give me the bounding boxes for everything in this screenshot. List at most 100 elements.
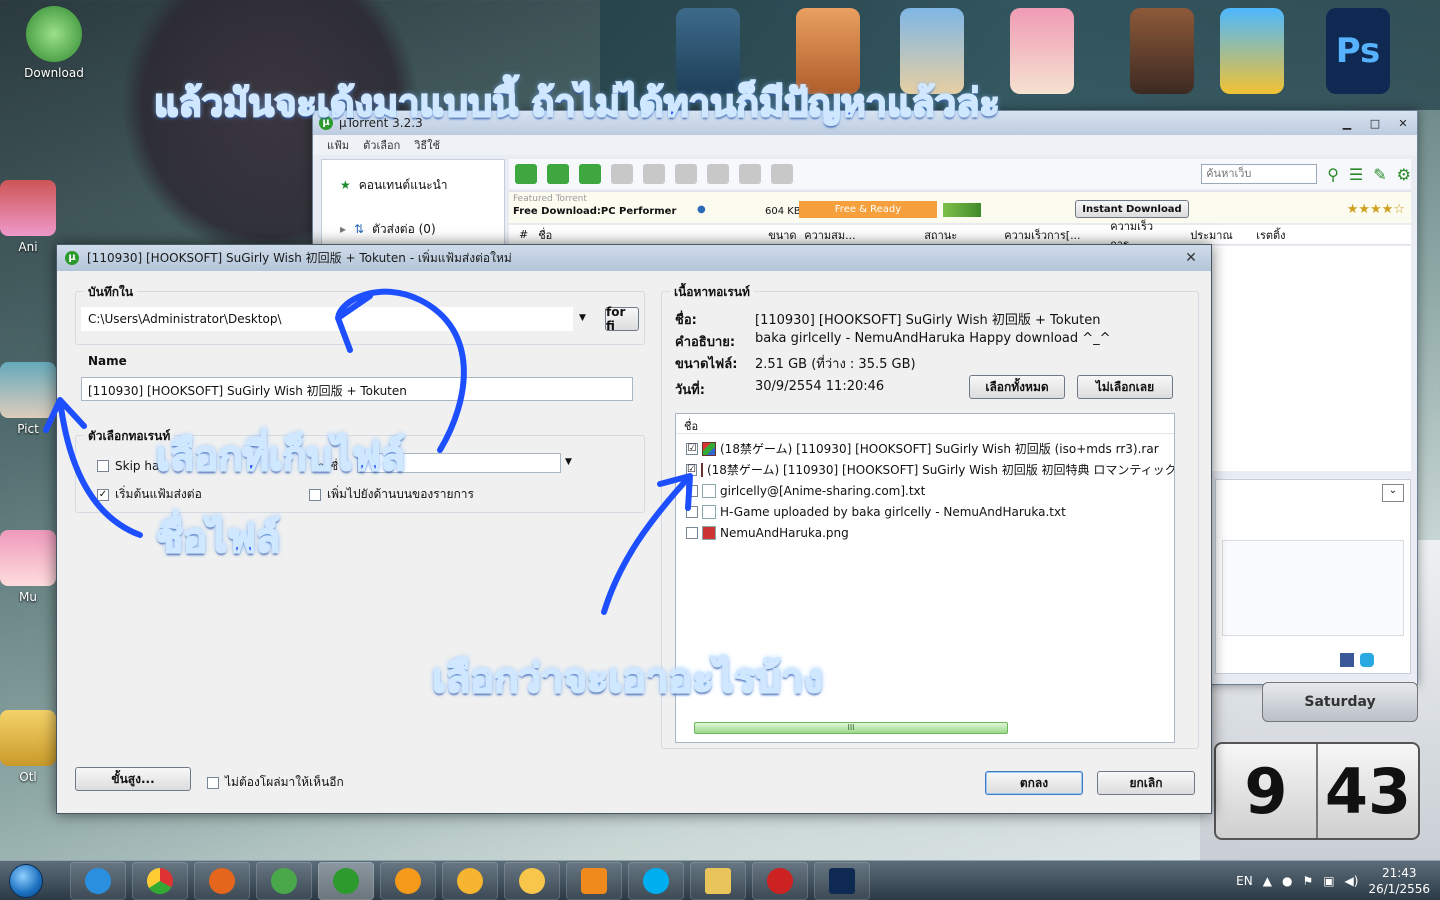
photoshop-icon[interactable]: Ps (1326, 8, 1390, 94)
desktop-icon-mu[interactable]: Mu (0, 530, 56, 604)
annotation-choose-items: เลือกว่าจะเอาอะไรบ้าง (431, 655, 824, 703)
list-view-icon[interactable]: ☰ (1349, 165, 1363, 184)
add-url-icon[interactable] (547, 164, 569, 184)
horizontal-scrollbar[interactable]: III (694, 722, 1008, 734)
sidebar-item-featured[interactable]: ★ คอนเทนต์แนะนำ (322, 172, 504, 198)
taskbar-utorrent[interactable] (318, 861, 374, 900)
remote-icon[interactable]: ✎ (1373, 165, 1386, 184)
file-row[interactable]: NemuAndHaruka.png (676, 522, 1174, 543)
chevron-down-icon[interactable]: ▼ (579, 313, 586, 323)
cancel-button[interactable]: ยกเลิก (1097, 771, 1195, 795)
checkbox-icon[interactable] (686, 484, 698, 497)
file-row[interactable]: ☑ (18禁ゲーム) [110930] [HOOKSOFT] SuGirly W… (676, 438, 1174, 459)
taskbar-app7[interactable] (442, 861, 498, 900)
menu-options[interactable]: ตัวเลือก (363, 136, 400, 154)
select-all-button[interactable]: เลือกทั้งหมด (969, 375, 1065, 399)
name-input[interactable]: [110930] [HOOKSOFT] SuGirly Wish 初回版 + T… (81, 377, 633, 401)
minimize-icon[interactable]: ▁ (1333, 114, 1361, 132)
dont-show-again-checkbox[interactable]: ไม่ต้องโผล่มาให้เห็นอีก (207, 773, 344, 792)
chevron-down-icon[interactable]: ▼ (565, 457, 572, 467)
desktop-icon-ani[interactable]: Ani (0, 180, 56, 254)
language-indicator[interactable]: EN (1236, 874, 1253, 888)
stop-icon[interactable] (707, 164, 729, 184)
create-torrent-icon[interactable] (579, 164, 601, 184)
checkbox-icon[interactable] (686, 505, 698, 518)
instant-download-button[interactable]: Instant Download (1075, 200, 1189, 218)
taskbar: EN ▲ ● ⚑ ▣ ◀) 21:43 26/1/2556 (0, 860, 1440, 900)
media-icon (395, 867, 421, 894)
taskbar-app6[interactable] (380, 861, 436, 900)
ie-icon[interactable] (1220, 8, 1284, 94)
file-tree-header[interactable]: ชื่อ (676, 414, 1174, 434)
drop-icon[interactable]: ● (1282, 874, 1292, 888)
advanced-button[interactable]: ขั้นสูง... (75, 767, 191, 791)
checkbox-icon (97, 460, 109, 472)
close-icon[interactable]: ✕ (1389, 114, 1417, 132)
rating-stars: ★★★★☆ (1346, 202, 1405, 217)
sidebar-item-torrents[interactable]: ▸ ⇅ ตัวส่งต่อ (0) (322, 216, 504, 242)
close-icon[interactable]: ✕ (1171, 248, 1211, 268)
taskbar-app8[interactable] (504, 861, 560, 900)
taskbar-chrome[interactable] (132, 861, 188, 900)
taskbar-skype[interactable] (628, 861, 684, 900)
taskbar-app4[interactable] (256, 861, 312, 900)
web-search-input[interactable] (1201, 164, 1318, 184)
taskbar-firefox[interactable] (194, 861, 250, 900)
file-row[interactable]: girlcelly@[Anime-sharing.com].txt (676, 480, 1174, 501)
file-row[interactable]: H-Game uploaded by baka girlcelly - Nemu… (676, 501, 1174, 522)
info-date: วันที่: 30/9/2554 11:20:46 (675, 379, 885, 398)
taskbar-app12[interactable] (752, 861, 808, 900)
maximize-icon[interactable]: □ (1361, 114, 1389, 132)
flag-icon[interactable]: ⚑ (1302, 874, 1313, 888)
browse-button[interactable]: for fi (605, 305, 639, 333)
detail-pane: ⌄ (1215, 479, 1411, 674)
folder-icon (705, 867, 731, 894)
chrome-icon (147, 867, 173, 894)
start-icon[interactable] (643, 164, 665, 184)
ad-title[interactable]: Free Download:PC Performer (513, 206, 676, 217)
menu-file[interactable]: แฟ้ม (327, 136, 349, 154)
clock-hour: 9 (1216, 744, 1318, 838)
desktop-icon-pict[interactable]: Pict (0, 362, 56, 436)
rar-file-icon (700, 462, 703, 477)
ok-button[interactable]: ตกลง (985, 771, 1083, 795)
desktop-icon-otl[interactable]: Otl (0, 710, 56, 784)
star-icon (457, 867, 483, 894)
start-button[interactable] (0, 861, 52, 900)
network-icon[interactable]: ▣ (1323, 874, 1334, 888)
checkbox-checked-icon[interactable]: ☑ (686, 463, 697, 476)
checkbox-icon[interactable] (686, 526, 698, 539)
info-icon: ● (697, 204, 706, 215)
twitter-icon[interactable] (1360, 653, 1374, 667)
menu-help[interactable]: วิธีใช้ (414, 136, 440, 154)
taskbar-clock[interactable]: 21:43 26/1/2556 (1368, 865, 1430, 897)
taskbar-ie[interactable] (70, 861, 126, 900)
move-up-icon[interactable] (739, 164, 761, 184)
wallpaper-icon-5[interactable] (1130, 8, 1194, 94)
chevron-up-icon[interactable]: ▲ (1263, 874, 1272, 888)
move-down-icon[interactable] (771, 164, 793, 184)
taskbar-vlc[interactable] (566, 861, 622, 900)
pause-icon[interactable] (675, 164, 697, 184)
search-icon[interactable]: ⚲ (1327, 165, 1339, 184)
wallpaper-icon-4[interactable] (1010, 8, 1074, 94)
save-path-input[interactable]: C:\Users\Administrator\Desktop\ (81, 307, 573, 331)
checkbox-checked-icon[interactable]: ☑ (686, 442, 698, 455)
desktop-icon-download[interactable]: Download (18, 6, 90, 80)
download-icon (26, 6, 82, 62)
collapse-icon[interactable]: ⌄ (1382, 484, 1404, 502)
add-torrent-icon[interactable] (515, 164, 537, 184)
file-row[interactable]: ☑ (18禁ゲーム) [110930] [HOOKSOFT] SuGirly W… (676, 459, 1174, 480)
dialog-titlebar[interactable]: µ [110930] [HOOKSOFT] SuGirly Wish 初回版 +… (57, 245, 1211, 271)
remove-icon[interactable] (611, 164, 633, 184)
facebook-icon[interactable] (1340, 653, 1354, 667)
volume-icon[interactable]: ◀) (1345, 874, 1359, 888)
taskbar-photoshop[interactable] (814, 861, 870, 900)
firefox-icon (209, 867, 235, 894)
skip-hash-checkbox[interactable]: Skip ha (97, 459, 159, 473)
taskbar-explorer[interactable] (690, 861, 746, 900)
skype-icon (643, 867, 669, 894)
checkbox-icon (309, 488, 321, 501)
select-none-button[interactable]: ไม่เลือกเลย (1077, 375, 1173, 399)
gear-icon[interactable]: ⚙ (1397, 165, 1411, 184)
